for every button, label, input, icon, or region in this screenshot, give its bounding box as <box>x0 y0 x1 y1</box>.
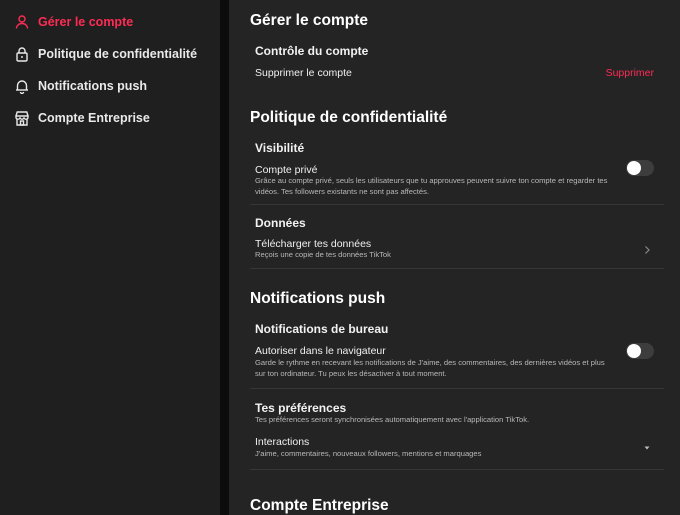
account-control-heading: Contrôle du compte <box>255 44 369 58</box>
panel-separator <box>220 0 229 515</box>
section-title-business-account: Compte Entreprise <box>250 497 389 514</box>
preferences-heading: Tes préférences <box>255 401 347 415</box>
download-data-title[interactable]: Télécharger tes données <box>255 238 371 250</box>
divider <box>250 204 664 205</box>
data-heading: Données <box>255 216 306 230</box>
download-data-description: Reçois une copie de tes données TikTok <box>255 250 391 259</box>
toggle-knob <box>627 344 641 358</box>
desktop-notifications-heading: Notifications de bureau <box>255 322 389 336</box>
delete-account-button[interactable]: Supprimer <box>606 67 654 79</box>
caret-down-icon[interactable] <box>641 441 653 453</box>
bell-icon <box>14 78 30 94</box>
sidebar-item-business-account[interactable]: Compte Entreprise <box>14 108 150 128</box>
sidebar-item-push-notifications[interactable]: Notifications push <box>14 76 147 96</box>
browser-notifications-description: Garde le rythme en recevant les notifica… <box>255 358 605 378</box>
sidebar-item-manage-account[interactable]: Gérer le compte <box>14 12 133 32</box>
lock-icon <box>14 46 30 62</box>
sidebar-item-privacy[interactable]: Politique de confidentialité <box>14 44 197 64</box>
settings-content[interactable]: Gérer le compte Contrôle du compte Suppr… <box>229 0 680 515</box>
settings-window: Gérer le compte Politique de confidentia… <box>0 0 680 515</box>
section-title-push-notifications: Notifications push <box>250 290 386 307</box>
divider <box>250 268 664 269</box>
settings-sidebar: Gérer le compte Politique de confidentia… <box>0 0 220 515</box>
person-icon <box>14 14 30 30</box>
visibility-heading: Visibilité <box>255 141 305 155</box>
divider <box>250 469 664 470</box>
preferences-description: Tes préférences seront synchronisées aut… <box>255 415 530 424</box>
private-account-title: Compte privé <box>255 164 318 176</box>
sidebar-item-label: Compte Entreprise <box>38 111 150 125</box>
chevron-right-icon[interactable] <box>641 243 653 255</box>
private-account-toggle[interactable] <box>626 160 654 176</box>
sidebar-item-label: Politique de confidentialité <box>38 47 198 61</box>
section-title-privacy: Politique de confidentialité <box>250 109 448 126</box>
sidebar-item-label: Gérer le compte <box>38 15 134 29</box>
interactions-title[interactable]: Interactions <box>255 436 309 448</box>
browser-notifications-toggle[interactable] <box>626 343 654 359</box>
delete-account-label: Supprimer le compte <box>255 67 352 79</box>
toggle-knob <box>627 161 641 175</box>
section-title-manage-account: Gérer le compte <box>250 12 369 29</box>
divider <box>250 388 664 389</box>
interactions-description: J'aime, commentaires, nouveaux followers… <box>255 449 482 458</box>
store-icon <box>14 110 30 126</box>
browser-notifications-title: Autoriser dans le navigateur <box>255 345 386 357</box>
private-account-description: Grâce au compte privé, seuls les utilisa… <box>255 176 608 196</box>
sidebar-item-label: Notifications push <box>38 79 148 93</box>
